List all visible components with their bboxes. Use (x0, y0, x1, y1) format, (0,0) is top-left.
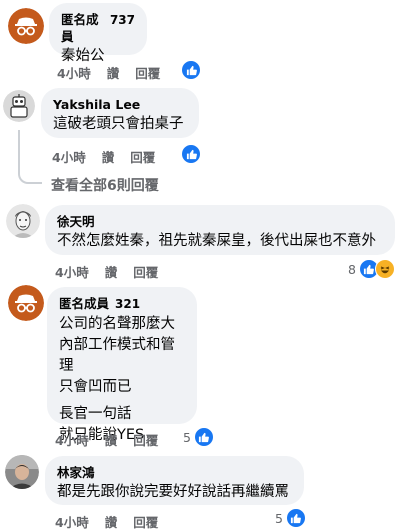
member-badge: 737 (109, 13, 135, 27)
reaction-count: 5 (275, 510, 283, 526)
comment-text: 公司的名聲那麼大 內部工作模式和管理 只會凹而已 長官一句話 就只能說YES (59, 314, 185, 446)
reaction-summary[interactable]: 8 (348, 259, 395, 279)
timestamp[interactable]: 4小時 (55, 430, 89, 449)
avatar-anonymous[interactable] (8, 8, 44, 44)
reaction-summary[interactable] (181, 60, 201, 80)
timestamp[interactable]: 4小時 (55, 512, 89, 531)
comment-actions: 4小時 讚 回覆 (55, 430, 174, 449)
haha-reaction-icon (374, 259, 395, 279)
avatar-user[interactable] (5, 455, 39, 489)
reply-button[interactable]: 回覆 (130, 147, 155, 166)
comment-bubble: 徐天明 不然怎麼姓秦，祖先就秦屎皇，後代出屎也不意外 (45, 205, 395, 255)
like-button[interactable]: 讚 (107, 63, 120, 82)
comment-author[interactable]: 林家鴻 (57, 464, 95, 481)
photo-avatar-icon (5, 455, 39, 489)
anonymous-icon (8, 285, 44, 321)
timestamp[interactable]: 4小時 (57, 63, 91, 82)
comment-author[interactable]: 匿名成員 (61, 11, 104, 45)
comment-bubble: 匿名成員 737 秦始公 (49, 3, 147, 64)
like-reaction-icon (181, 60, 201, 80)
comment-actions: 4小時 讚 回覆 (52, 147, 171, 166)
like-reaction-icon (285, 508, 306, 528)
like-button[interactable]: 讚 (102, 147, 115, 166)
comment-bubble: 林家鴻 都是先跟你說完要好好說話再繼續罵 (45, 456, 304, 505)
anonymous-icon (8, 8, 44, 44)
avatar-anonymous[interactable] (8, 285, 44, 321)
comment-bubble: Yakshila Lee 這破老頭只會拍桌子 (41, 88, 199, 138)
reply-button[interactable]: 回覆 (133, 512, 158, 531)
robot-avatar-icon (3, 90, 35, 122)
reply-button[interactable]: 回覆 (133, 262, 158, 281)
reaction-count: 5 (183, 429, 191, 445)
reply-button[interactable]: 回覆 (133, 430, 158, 449)
reply-button[interactable]: 回覆 (135, 63, 160, 82)
comment-author[interactable]: Yakshila Lee (53, 96, 140, 113)
reaction-summary[interactable] (181, 144, 201, 164)
comment-text: 不然怎麼姓秦，祖先就秦屎皇，後代出屎也不意外 (57, 233, 376, 249)
comment-actions: 4小時 讚 回覆 (55, 512, 174, 531)
comment-author[interactable]: 徐天明 (57, 213, 95, 230)
comment-text: 這破老頭只會拍桌子 (53, 116, 184, 132)
like-button[interactable]: 讚 (105, 512, 118, 531)
like-reaction-icon (193, 427, 214, 447)
like-button[interactable]: 讚 (105, 430, 118, 449)
reaction-summary[interactable]: 5 (183, 427, 214, 447)
comment-actions: 4小時 讚 回覆 (57, 63, 176, 82)
comment-line: 長官一句話 (59, 406, 132, 422)
comment-line: 公司的名聲那麼大 (59, 316, 175, 332)
comment-actions: 4小時 讚 回覆 (55, 262, 174, 281)
view-all-replies-link[interactable]: 查看全部6則回覆 (51, 175, 159, 195)
comment-bubble: 匿名成員 321 公司的名聲那麼大 內部工作模式和管理 只會凹而已 長官一句話 就… (47, 287, 197, 443)
reaction-count: 8 (348, 261, 356, 277)
sketch-avatar-icon (6, 204, 40, 238)
like-reaction-icon (181, 144, 201, 164)
comment-line: 只會凹而已 (59, 379, 132, 395)
thread-connector (18, 130, 42, 184)
timestamp[interactable]: 4小時 (55, 262, 89, 281)
timestamp[interactable]: 4小時 (52, 147, 86, 166)
comment-author[interactable]: 匿名成員 (59, 295, 109, 312)
like-button[interactable]: 讚 (105, 262, 118, 281)
avatar-user[interactable] (6, 204, 40, 238)
comment-text: 都是先跟你說完要好好說話再繼續罵 (57, 484, 289, 500)
comment-line: 內部工作模式和管理 (59, 337, 175, 374)
avatar-user[interactable] (3, 90, 35, 122)
reaction-summary[interactable]: 5 (275, 508, 306, 528)
member-badge: 321 (115, 297, 141, 311)
